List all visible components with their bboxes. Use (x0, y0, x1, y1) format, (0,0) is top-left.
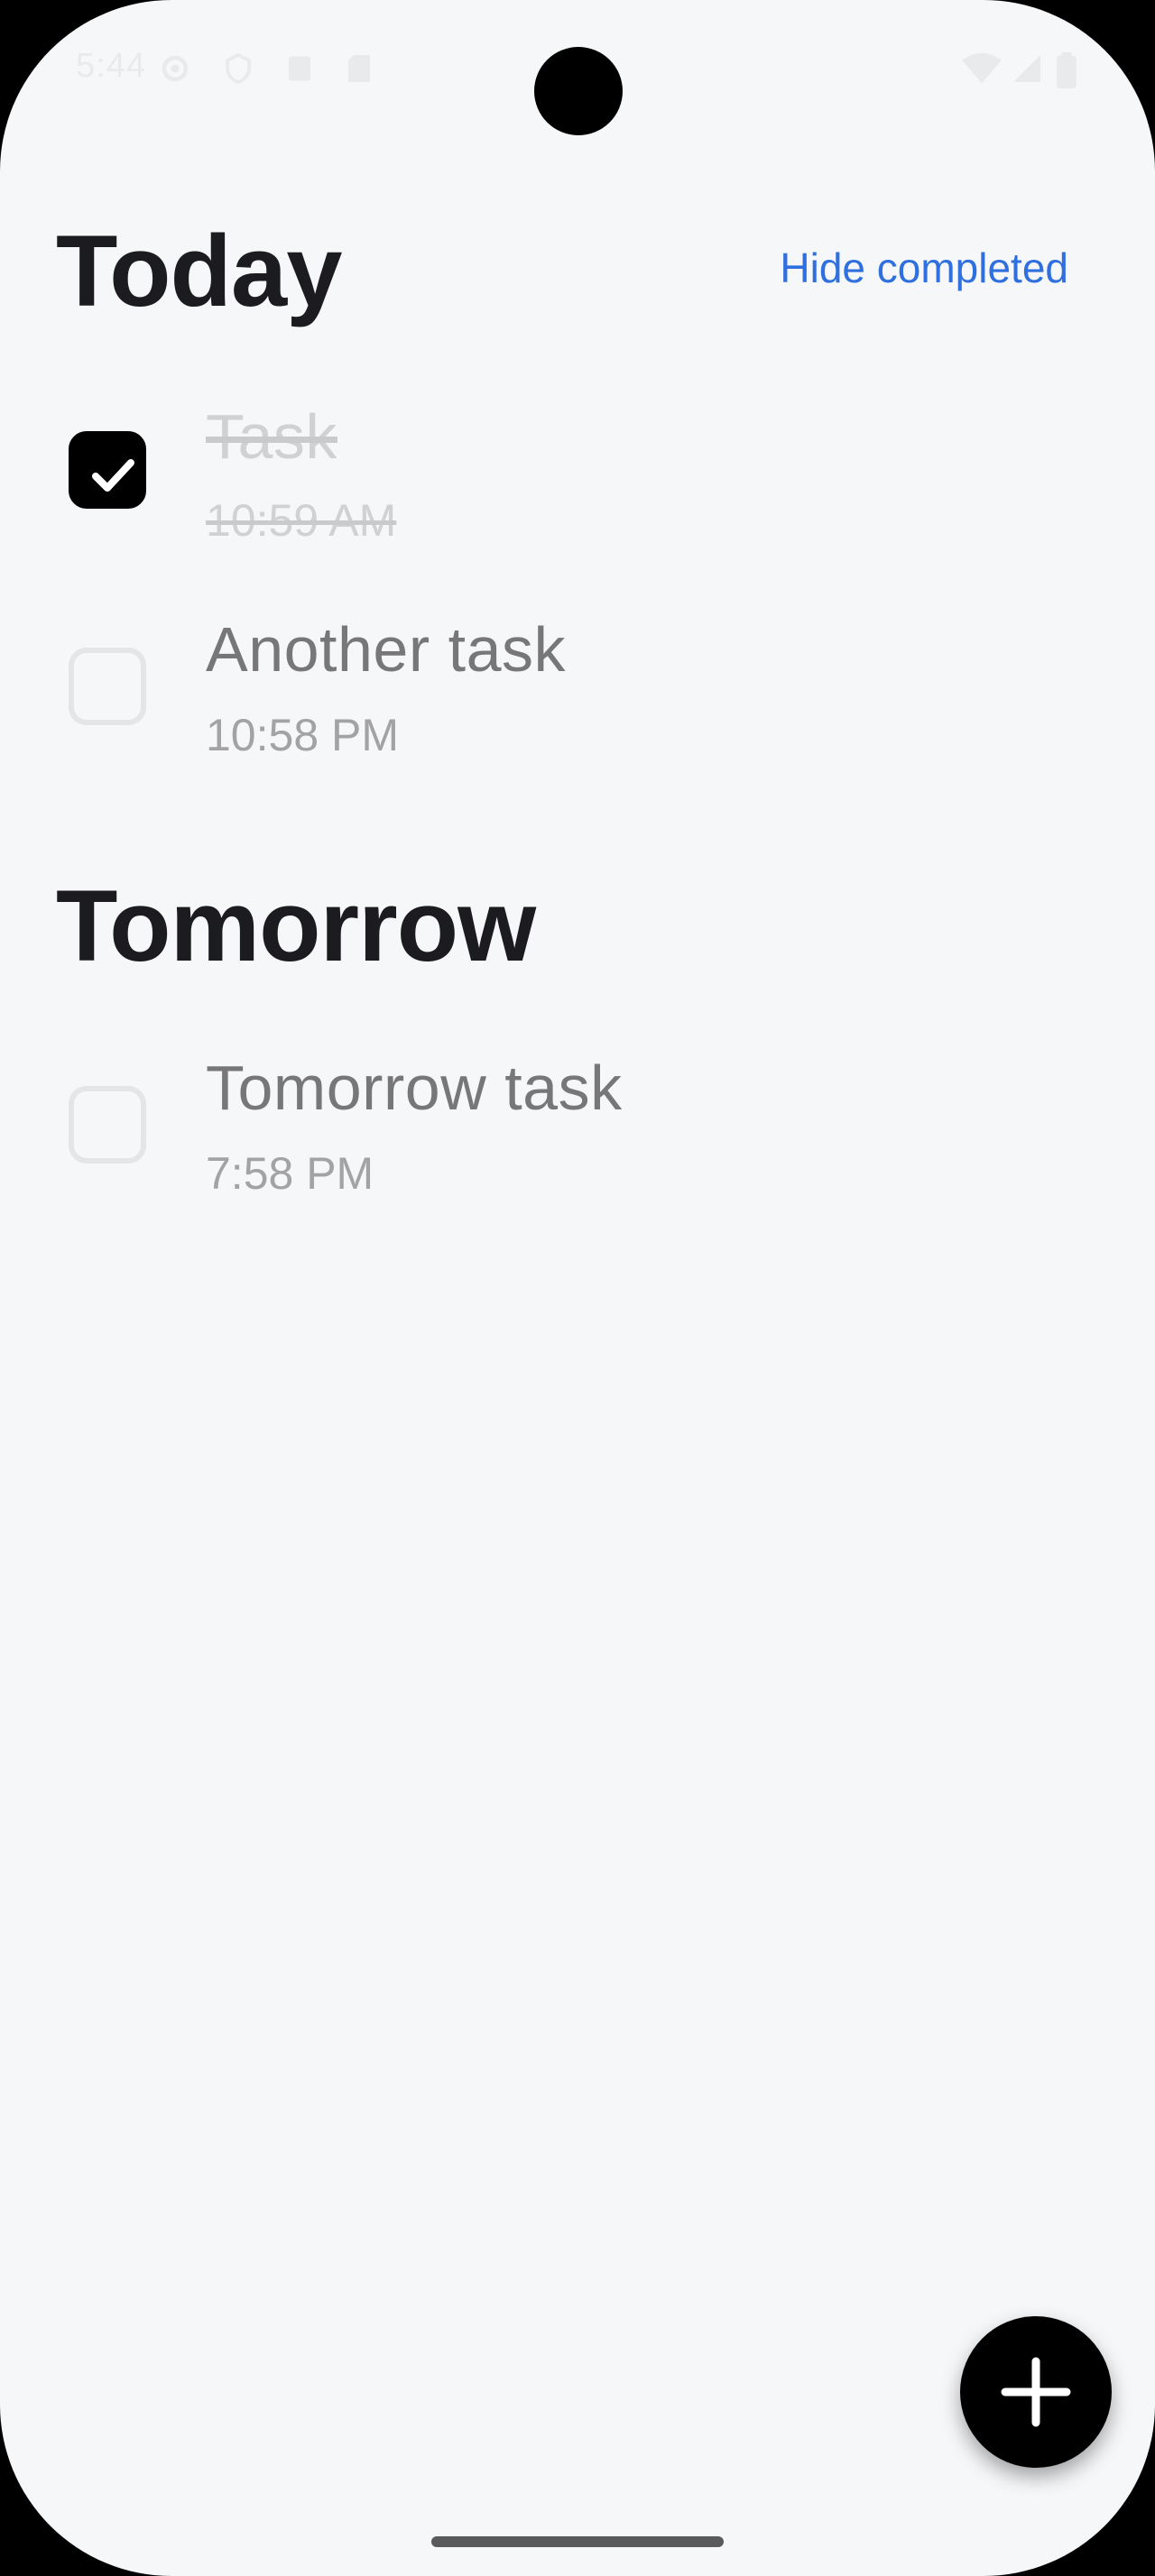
battery-icon (1056, 52, 1077, 88)
task-title: Another task (206, 614, 566, 685)
task-time: 7:58 PM (206, 1148, 374, 1199)
home-indicator[interactable] (431, 2536, 724, 2547)
task-time: 10:59 AM (206, 495, 397, 546)
plus-icon (1001, 2357, 1071, 2427)
task-title: Task (206, 401, 337, 472)
task-checkbox[interactable] (69, 648, 146, 725)
app-screen: 5:44 Today Hide completed Task 10:59 AM … (0, 0, 1155, 2576)
task-title: Tomorrow task (206, 1053, 623, 1123)
gear-icon (159, 52, 191, 85)
task-checkbox[interactable] (69, 1086, 146, 1164)
sd-card-icon (343, 52, 375, 85)
status-bar: 5:44 (0, 0, 1155, 144)
task-row[interactable]: Tomorrow task 7:58 PM (0, 1034, 1155, 1214)
task-row[interactable]: Task 10:59 AM (0, 379, 1155, 559)
battery-saver-icon (283, 52, 316, 85)
check-icon (92, 459, 134, 492)
signal-icon (1011, 52, 1043, 85)
add-task-button[interactable] (960, 2316, 1112, 2468)
section-title-tomorrow: Tomorrow (56, 869, 536, 982)
status-time: 5:44 (76, 47, 146, 85)
hide-completed-button[interactable]: Hide completed (780, 244, 1068, 292)
camera-cutout (534, 47, 623, 135)
task-checkbox[interactable] (69, 431, 146, 509)
shield-icon (222, 52, 254, 85)
wifi-icon (962, 52, 1002, 85)
task-row[interactable]: Another task 10:58 PM (0, 595, 1155, 776)
section-title-today: Today (56, 215, 343, 327)
task-time: 10:58 PM (206, 710, 400, 760)
